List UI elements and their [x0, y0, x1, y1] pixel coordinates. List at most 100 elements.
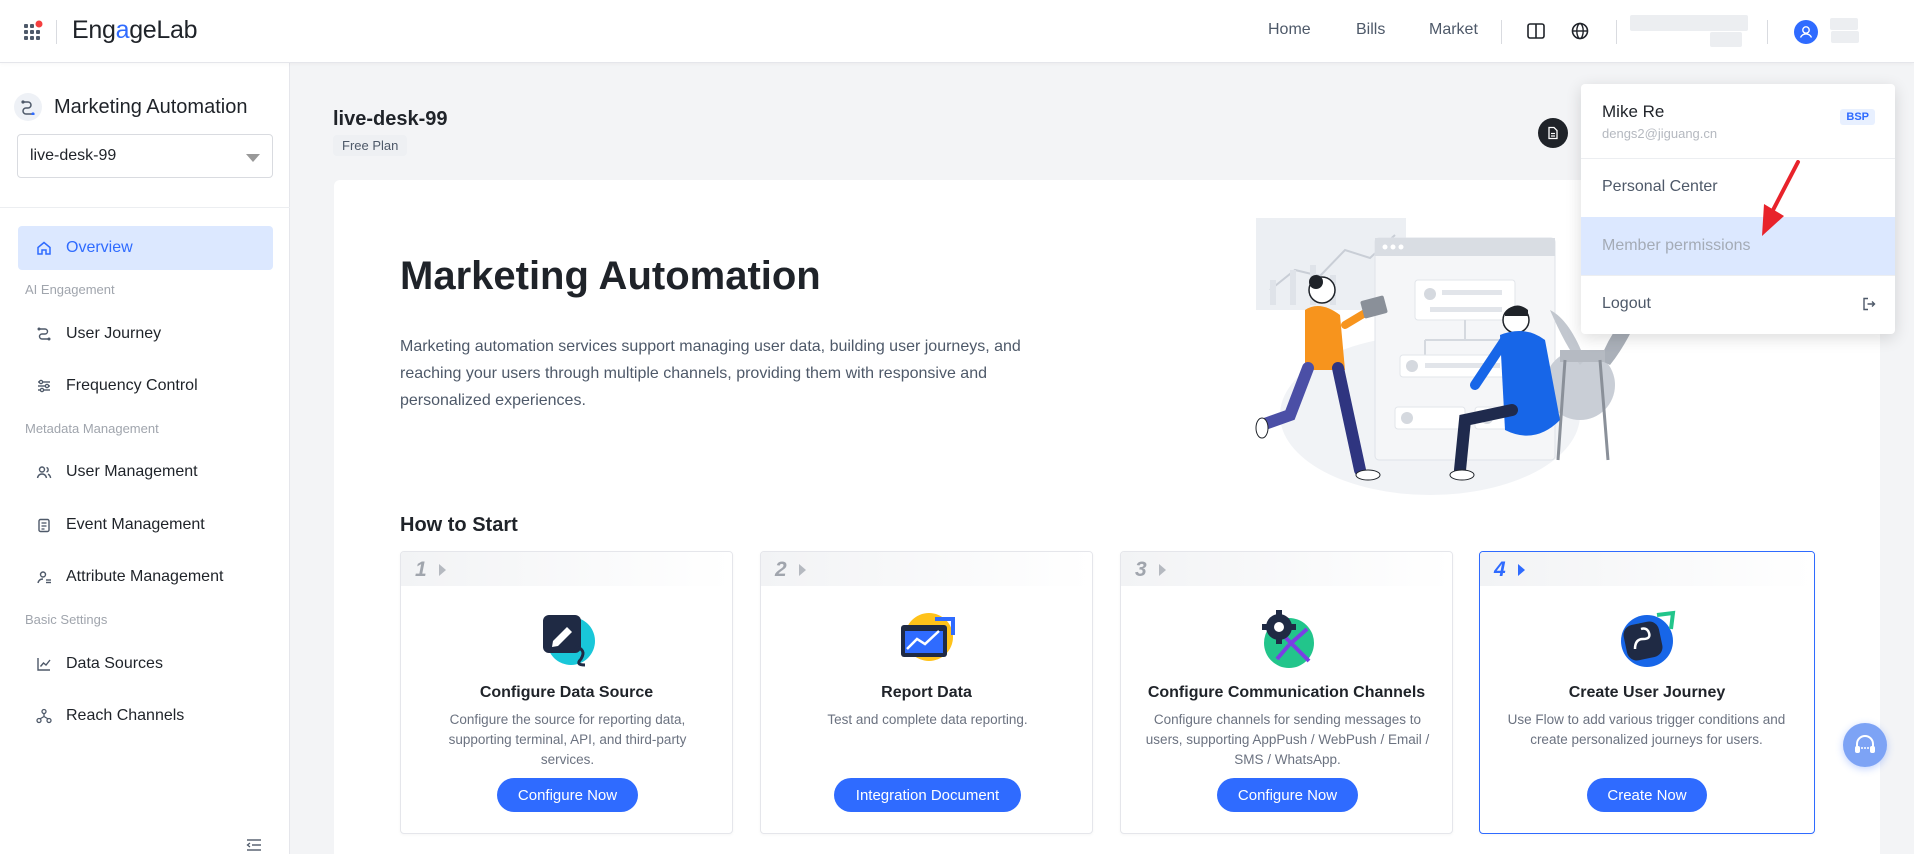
sidebar-header: Marketing Automation — [14, 93, 247, 121]
project-select-value: live-desk-99 — [30, 147, 117, 164]
step-title: Report Data — [881, 684, 972, 701]
step-description: Use Flow to add various trigger conditio… — [1507, 712, 1786, 747]
divider — [1616, 20, 1617, 44]
sidebar-item-label: Overview — [66, 239, 133, 256]
sidebar-item-label: Frequency Control — [66, 377, 198, 394]
divider — [1767, 20, 1768, 44]
play-icon — [1518, 564, 1525, 576]
network-icon — [36, 708, 52, 724]
hero-title: Marketing Automation — [400, 254, 821, 298]
step-description: Test and complete data reporting. — [827, 712, 1028, 727]
document-button[interactable] — [1538, 118, 1568, 148]
step-card-configure-data-source: 1 Configure Data Source Configure the so… — [400, 551, 733, 834]
sidebar-item-label: Attribute Management — [66, 568, 224, 585]
step-description: Configure channels for sending messages … — [1145, 712, 1430, 767]
step-card-report-data: 2 Report Data Test and complete data rep… — [760, 551, 1093, 834]
report-chart-icon — [901, 613, 955, 661]
hero-description: Marketing automation services support ma… — [400, 338, 1021, 409]
step-card-configure-channels: 3 Configure Communication Channels Confi… — [1120, 551, 1453, 834]
nav-bills[interactable]: Bills — [1356, 21, 1385, 39]
step-title: Create User Journey — [1568, 684, 1726, 701]
menu-item-member-permissions[interactable]: Member permissions — [1581, 217, 1895, 275]
collapse-sidebar-icon[interactable] — [246, 838, 262, 852]
sidebar: Marketing Automation live-desk-99 Overvi… — [0, 63, 290, 854]
step-number: 4 — [1494, 558, 1506, 581]
user-email: dengs2@jiguang.cn — [1602, 126, 1718, 141]
step-number: 3 — [1135, 558, 1147, 581]
journey-globe-icon — [1621, 610, 1676, 667]
menu-group-ai-engagement: AI Engagement — [25, 282, 115, 297]
sliders-icon — [38, 379, 50, 393]
plan-badge: Free Plan — [333, 135, 408, 156]
engagelab-logo[interactable]: EngageLab — [72, 16, 198, 45]
globe-icon[interactable] — [1570, 21, 1590, 41]
line-chart-icon — [37, 658, 51, 671]
top-bar: EngageLab Home Bills Market — [0, 0, 1914, 63]
project-select[interactable]: live-desk-99 — [17, 134, 273, 178]
sidebar-item-label: User Journey — [66, 325, 162, 342]
step-title: Configure Data Source — [479, 684, 654, 701]
sidebar-title: Marketing Automation — [54, 95, 248, 118]
bsp-badge: BSP — [1840, 109, 1875, 125]
sidebar-item-event-management[interactable]: Event Management — [18, 503, 273, 547]
chevron-down-icon — [246, 154, 260, 162]
customer-support-button[interactable] — [1843, 723, 1887, 767]
step-number: 2 — [775, 558, 787, 581]
menu-item-logout[interactable]: Logout — [1581, 275, 1895, 333]
step-number: 1 — [415, 558, 427, 581]
configure-channels-button[interactable]: Configure Now — [1217, 778, 1358, 812]
sidebar-item-label: Data Sources — [66, 655, 163, 672]
step-header: 3 — [1121, 552, 1452, 586]
data-source-icon — [543, 615, 595, 667]
users-icon — [36, 466, 52, 479]
user-name: Mike Re — [1602, 102, 1665, 121]
play-icon — [439, 564, 446, 576]
play-icon — [1159, 564, 1166, 576]
configure-data-source-button[interactable]: Configure Now — [497, 778, 638, 812]
sidebar-item-label: Reach Channels — [66, 707, 185, 724]
sidebar-item-frequency-control[interactable]: Frequency Control — [18, 364, 273, 408]
nav-market[interactable]: Market — [1429, 21, 1478, 39]
step-header: 2 — [761, 552, 1092, 586]
menu-group-metadata-management: Metadata Management — [25, 421, 159, 436]
user-avatar[interactable] — [1794, 20, 1818, 44]
sidebar-item-user-journey[interactable]: User Journey — [18, 312, 273, 356]
sidebar-item-attribute-management[interactable]: Attribute Management — [18, 555, 273, 599]
username-blurred — [1830, 18, 1858, 30]
sidebar-item-user-management[interactable]: User Management — [18, 450, 273, 494]
create-user-journey-button[interactable]: Create Now — [1587, 778, 1707, 812]
journey-icon — [37, 327, 51, 341]
annotation-arrow-icon — [1762, 160, 1800, 236]
user-icon — [1799, 26, 1813, 38]
play-icon — [799, 564, 806, 576]
account-info-blurred — [1710, 32, 1742, 47]
user-attribute-icon — [37, 571, 51, 584]
channels-gear-icon — [1262, 610, 1314, 668]
headset-icon — [1855, 735, 1875, 753]
home-icon — [37, 241, 51, 255]
clipboard-icon — [38, 518, 50, 533]
username-blurred — [1831, 31, 1859, 43]
how-to-start-title: How to Start — [400, 514, 518, 536]
sidebar-item-reach-channels[interactable]: Reach Channels — [18, 694, 273, 738]
nav-home[interactable]: Home — [1268, 21, 1311, 39]
account-info-blurred — [1630, 15, 1748, 31]
divider — [56, 20, 57, 44]
sidebar-item-overview[interactable]: Overview — [18, 226, 273, 270]
integration-document-button[interactable]: Integration Document — [834, 778, 1021, 812]
step-description: Configure the source for reporting data,… — [448, 712, 687, 767]
sidebar-item-data-sources[interactable]: Data Sources — [18, 642, 273, 686]
menu-group-basic-settings: Basic Settings — [25, 612, 108, 627]
document-icon — [1548, 126, 1558, 140]
project-title: live-desk-99 — [333, 108, 448, 130]
step-header: 1 — [401, 552, 732, 586]
step-header: 4 — [1480, 552, 1814, 586]
apps-grid-icon[interactable] — [22, 20, 44, 42]
step-card-create-user-journey: 4 Create User Journey Use Flow to add va… — [1479, 551, 1815, 834]
user-menu-dropdown: Mike Re dengs2@jiguang.cn BSP Personal C… — [1581, 84, 1895, 334]
layout-icon[interactable] — [1526, 21, 1546, 41]
menu-item-personal-center[interactable]: Personal Center — [1581, 158, 1895, 216]
sidebar-item-label: Event Management — [66, 516, 205, 533]
logout-label: Logout — [1602, 295, 1651, 312]
divider — [0, 207, 290, 208]
